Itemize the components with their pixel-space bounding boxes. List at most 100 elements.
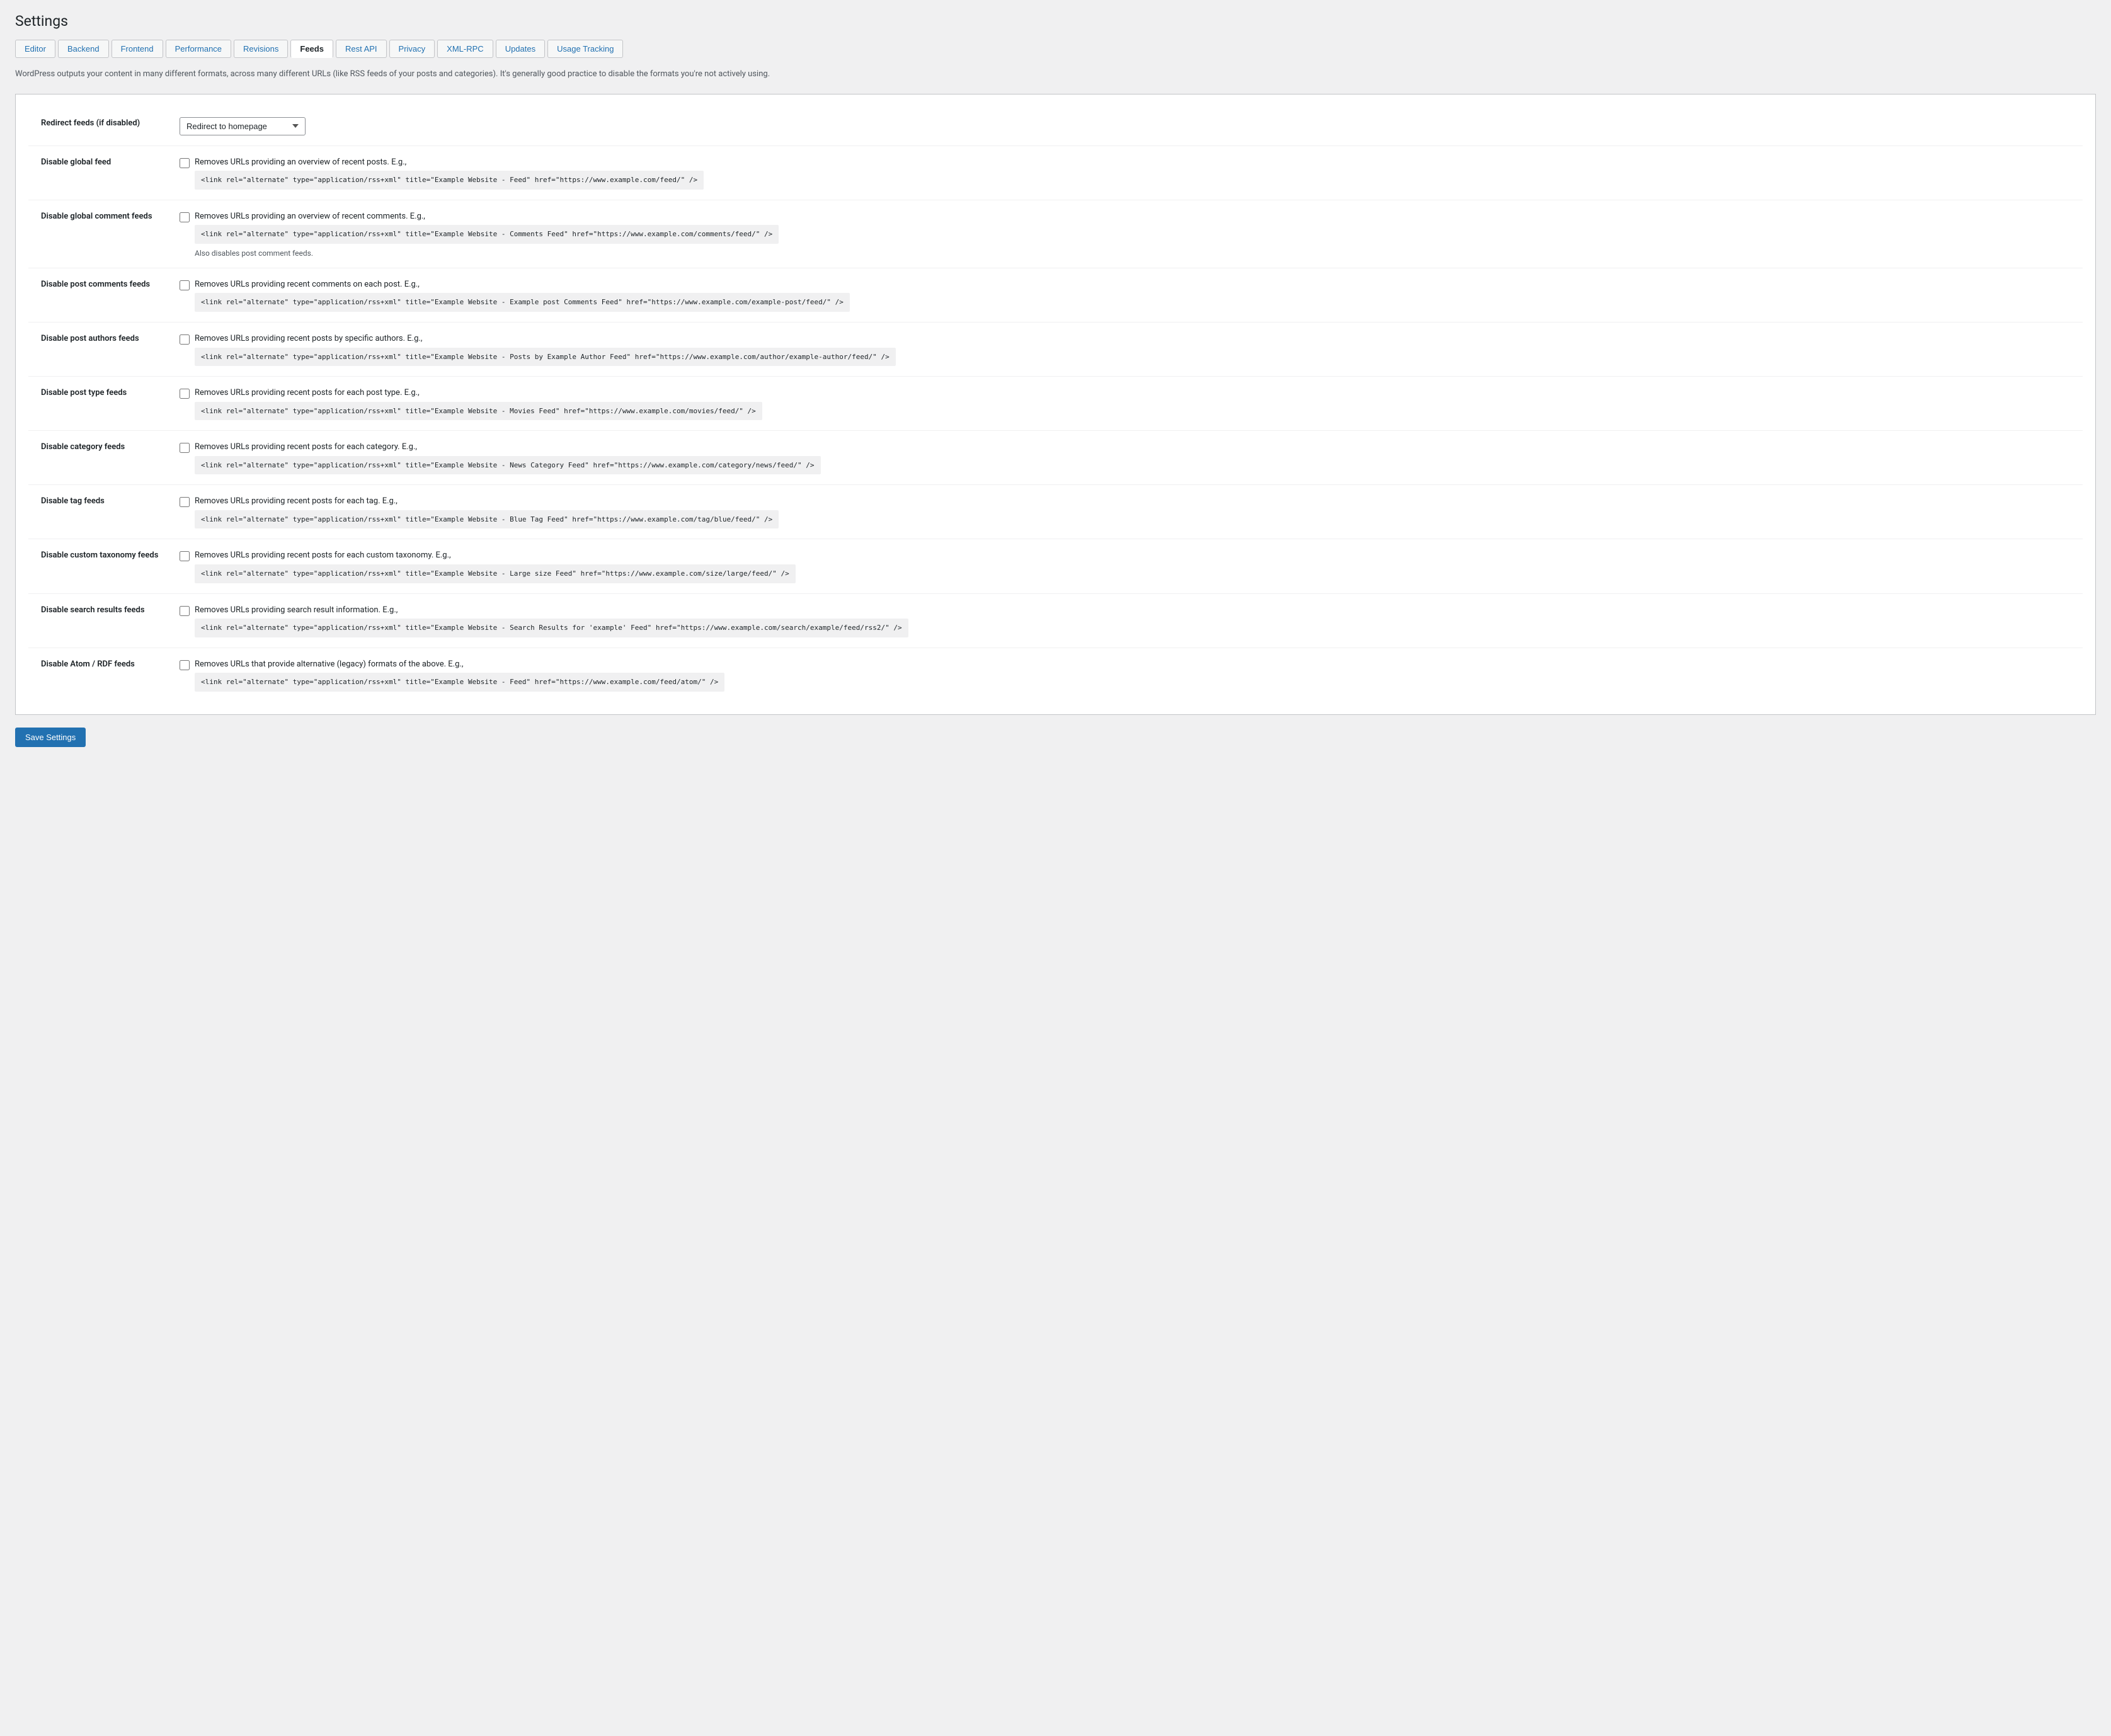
label-post-type-feeds: Disable post type feeds [41,387,167,397]
tab-privacy[interactable]: Privacy [389,40,435,58]
tab-frontend[interactable]: Frontend [112,40,163,58]
label-global-feed: Disable global feed [41,156,167,167]
redirect-feeds-row: Redirect feeds (if disabled) Redirect to… [28,107,2083,146]
tab-performance[interactable]: Performance [166,40,231,58]
checkbox-row-search-results-feeds: Removes URLs providing search result inf… [180,604,2070,637]
page-title: Settings [15,13,2096,30]
checkbox-row-post-type-feeds: Removes URLs providing recent posts for … [180,387,2070,420]
desc-wrapper-atom-rdf-feeds: Removes URLs that provide alternative (l… [195,658,724,692]
settings-rows: Disable global feed Removes URLs providin… [28,146,2083,702]
code-example-post-authors-feeds: <link rel="alternate" type="application/… [195,348,896,367]
content-post-authors-feeds: Removes URLs providing recent posts by s… [180,333,2070,366]
content-atom-rdf-feeds: Removes URLs that provide alternative (l… [180,658,2070,692]
settings-content: Redirect feeds (if disabled) Redirect to… [15,94,2096,715]
tab-editor[interactable]: Editor [15,40,55,58]
save-settings-button[interactable]: Save Settings [15,728,86,747]
checkbox-atom-rdf-feeds[interactable] [180,660,190,670]
label-tag-feeds: Disable tag feeds [41,495,167,506]
page-description: WordPress outputs your content in many d… [15,68,2096,81]
description-custom-taxonomy-feeds: Removes URLs providing recent posts for … [195,551,451,560]
settings-row-post-type-feeds: Disable post type feeds Removes URLs prov… [28,377,2083,431]
settings-row-tag-feeds: Disable tag feeds Removes URLs providing … [28,485,2083,539]
checkbox-global-feed[interactable] [180,158,190,168]
description-search-results-feeds: Removes URLs providing search result inf… [195,605,398,615]
tab-updates[interactable]: Updates [496,40,545,58]
checkbox-search-results-feeds[interactable] [180,606,190,616]
redirect-feeds-select[interactable]: Redirect to homepage404 page [180,117,306,135]
desc-wrapper-search-results-feeds: Removes URLs providing search result inf… [195,604,908,637]
code-example-category-feeds: <link rel="alternate" type="application/… [195,456,821,475]
desc-wrapper-global-comment-feeds: Removes URLs providing an overview of re… [195,210,779,258]
content-post-type-feeds: Removes URLs providing recent posts for … [180,387,2070,420]
label-post-comments-feeds: Disable post comments feeds [41,278,167,289]
code-example-custom-taxonomy-feeds: <link rel="alternate" type="application/… [195,564,796,583]
checkbox-row-global-comment-feeds: Removes URLs providing an overview of re… [180,210,2070,258]
checkbox-row-atom-rdf-feeds: Removes URLs that provide alternative (l… [180,658,2070,692]
checkbox-custom-taxonomy-feeds[interactable] [180,551,190,561]
checkbox-global-comment-feeds[interactable] [180,212,190,222]
checkbox-row-global-feed: Removes URLs providing an overview of re… [180,156,2070,190]
settings-row-custom-taxonomy-feeds: Disable custom taxonomy feeds Removes URL… [28,539,2083,593]
tab-usage-tracking[interactable]: Usage Tracking [547,40,623,58]
settings-row-search-results-feeds: Disable search results feeds Removes URLs… [28,594,2083,648]
description-global-feed: Removes URLs providing an overview of re… [195,157,406,167]
note-global-comment-feeds: Also disables post comment feeds. [195,249,779,258]
code-example-global-comment-feeds: <link rel="alternate" type="application/… [195,225,779,244]
checkbox-row-category-feeds: Removes URLs providing recent posts for … [180,441,2070,474]
content-post-comments-feeds: Removes URLs providing recent comments o… [180,278,2070,312]
code-example-global-feed: <link rel="alternate" type="application/… [195,171,704,190]
content-tag-feeds: Removes URLs providing recent posts for … [180,495,2070,528]
checkbox-post-authors-feeds[interactable] [180,334,190,345]
checkbox-tag-feeds[interactable] [180,497,190,507]
desc-wrapper-post-comments-feeds: Removes URLs providing recent comments o… [195,278,850,312]
description-post-type-feeds: Removes URLs providing recent posts for … [195,388,420,397]
description-atom-rdf-feeds: Removes URLs that provide alternative (l… [195,660,463,669]
desc-wrapper-post-authors-feeds: Removes URLs providing recent posts by s… [195,333,896,366]
tab-xml-rpc[interactable]: XML-RPC [437,40,493,58]
desc-wrapper-post-type-feeds: Removes URLs providing recent posts for … [195,387,762,420]
checkbox-row-post-comments-feeds: Removes URLs providing recent comments o… [180,278,2070,312]
tabs-container: EditorBackendFrontendPerformanceRevision… [15,40,2096,58]
redirect-feeds-content: Redirect to homepage404 page [180,117,2070,135]
tab-revisions[interactable]: Revisions [234,40,288,58]
code-example-post-comments-feeds: <link rel="alternate" type="application/… [195,293,850,312]
label-category-feeds: Disable category feeds [41,441,167,452]
desc-wrapper-category-feeds: Removes URLs providing recent posts for … [195,441,821,474]
checkbox-row-custom-taxonomy-feeds: Removes URLs providing recent posts for … [180,549,2070,583]
checkbox-row-post-authors-feeds: Removes URLs providing recent posts by s… [180,333,2070,366]
tab-backend[interactable]: Backend [58,40,109,58]
description-post-comments-feeds: Removes URLs providing recent comments o… [195,280,420,289]
settings-row-atom-rdf-feeds: Disable Atom / RDF feeds Removes URLs tha… [28,648,2083,702]
content-category-feeds: Removes URLs providing recent posts for … [180,441,2070,474]
content-global-comment-feeds: Removes URLs providing an overview of re… [180,210,2070,258]
code-example-search-results-feeds: <link rel="alternate" type="application/… [195,619,908,637]
description-post-authors-feeds: Removes URLs providing recent posts by s… [195,334,422,343]
settings-row-post-comments-feeds: Disable post comments feeds Removes URLs … [28,268,2083,323]
checkbox-row-tag-feeds: Removes URLs providing recent posts for … [180,495,2070,528]
settings-row-global-comment-feeds: Disable global comment feeds Removes URLs… [28,200,2083,268]
label-atom-rdf-feeds: Disable Atom / RDF feeds [41,658,167,669]
content-search-results-feeds: Removes URLs providing search result inf… [180,604,2070,637]
desc-wrapper-custom-taxonomy-feeds: Removes URLs providing recent posts for … [195,549,796,583]
content-global-feed: Removes URLs providing an overview of re… [180,156,2070,190]
tab-rest-api[interactable]: Rest API [336,40,387,58]
label-global-comment-feeds: Disable global comment feeds [41,210,167,221]
settings-row-post-authors-feeds: Disable post authors feedsRemoves URLs p… [28,323,2083,377]
checkbox-post-type-feeds[interactable] [180,389,190,399]
desc-wrapper-tag-feeds: Removes URLs providing recent posts for … [195,495,779,528]
description-global-comment-feeds: Removes URLs providing an overview of re… [195,212,425,221]
redirect-feeds-label: Redirect feeds (if disabled) [41,117,167,128]
content-custom-taxonomy-feeds: Removes URLs providing recent posts for … [180,549,2070,583]
description-category-feeds: Removes URLs providing recent posts for … [195,442,417,452]
settings-row-global-feed: Disable global feed Removes URLs providin… [28,146,2083,200]
code-example-post-type-feeds: <link rel="alternate" type="application/… [195,402,762,421]
checkbox-post-comments-feeds[interactable] [180,280,190,290]
label-custom-taxonomy-feeds: Disable custom taxonomy feeds [41,549,167,560]
code-example-atom-rdf-feeds: <link rel="alternate" type="application/… [195,673,724,692]
description-tag-feeds: Removes URLs providing recent posts for … [195,496,398,506]
settings-row-category-feeds: Disable category feeds Removes URLs provi… [28,431,2083,485]
checkbox-category-feeds[interactable] [180,443,190,453]
tab-feeds[interactable]: Feeds [290,40,333,58]
code-example-tag-feeds: <link rel="alternate" type="application/… [195,510,779,529]
label-search-results-feeds: Disable search results feeds [41,604,167,615]
